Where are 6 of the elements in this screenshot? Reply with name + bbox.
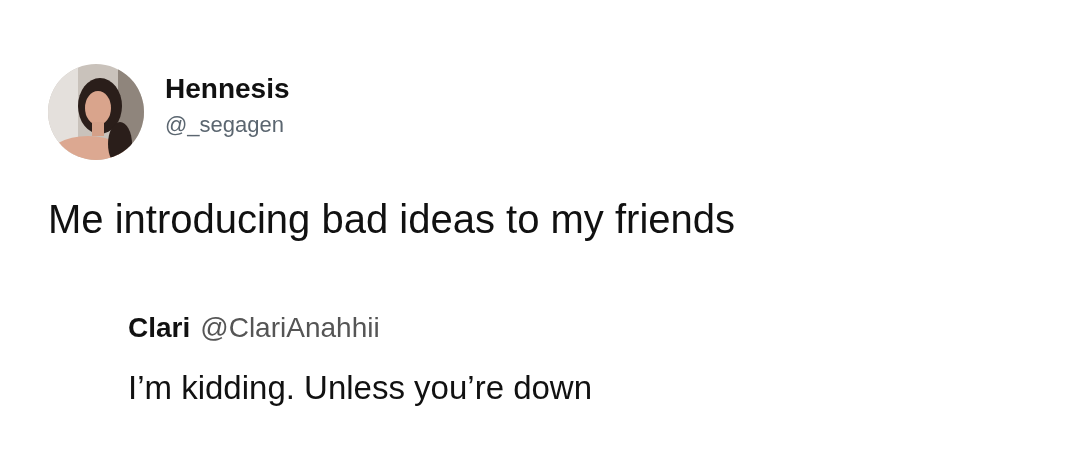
user-handle: @_segagen [165,111,285,138]
tweet-text: Me introducing bad ideas to my friends [48,196,737,243]
quoted-user-handle: @ClariAnahhii [200,311,380,345]
user-name: Hennesis [165,72,290,106]
quoted-tweet-text: I’m kidding. Unless you’re down [128,368,594,408]
quoted-user-name: Clari [128,311,191,345]
